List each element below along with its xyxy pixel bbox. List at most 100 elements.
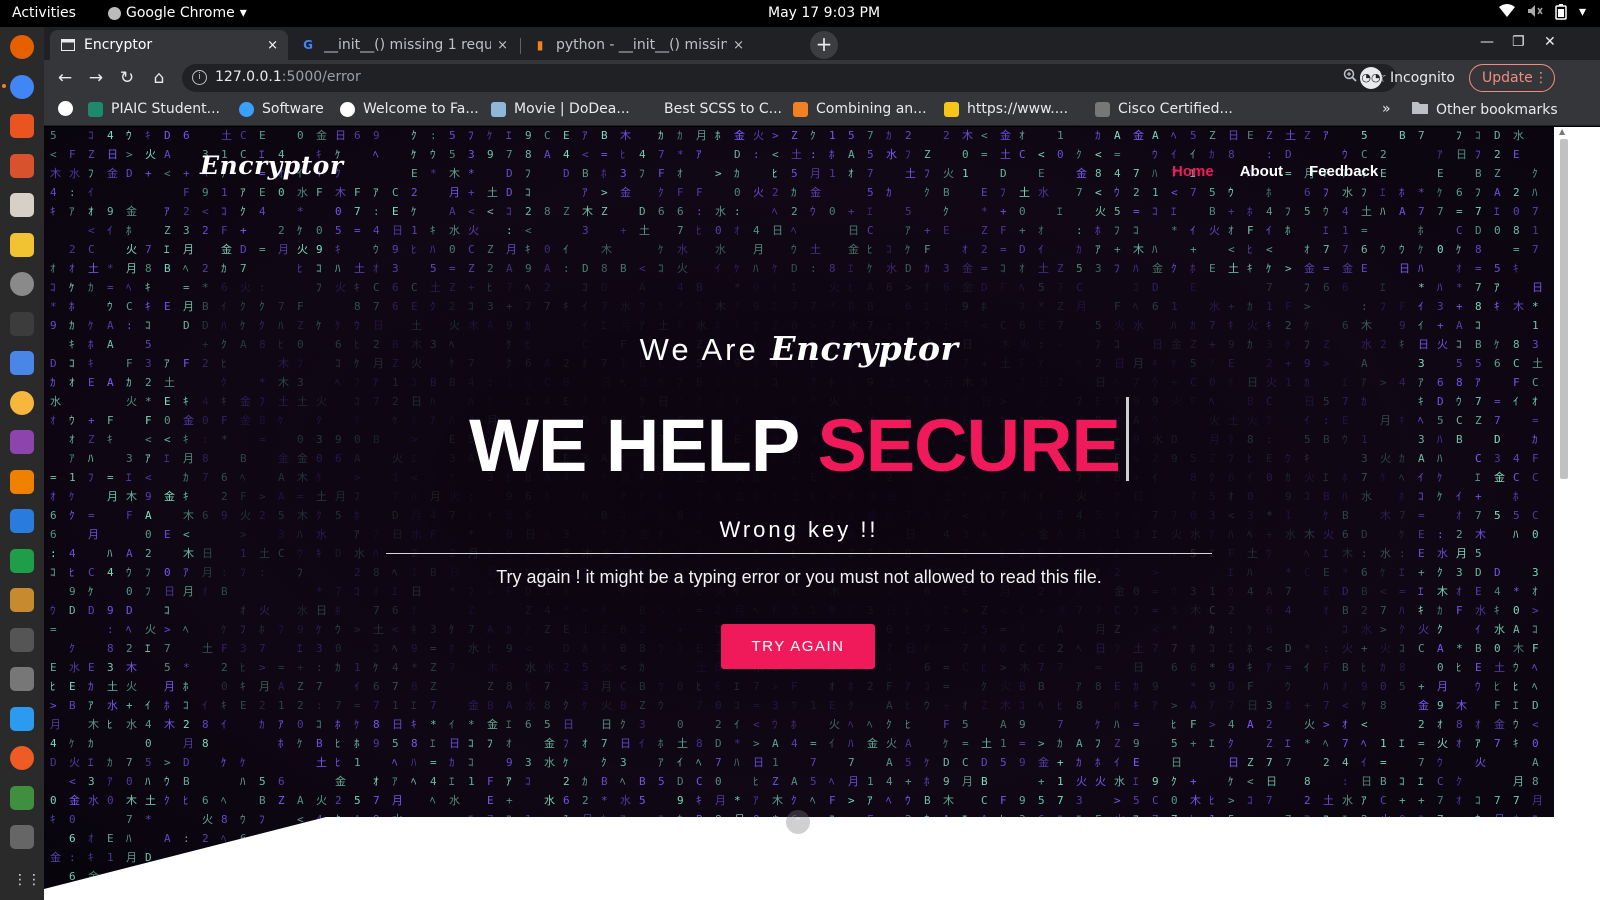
scroll-up-button[interactable]: ⌃ [786, 810, 810, 834]
error-title: Wrong key !! [719, 517, 879, 542]
new-tab-button[interactable]: + [810, 31, 838, 59]
clock[interactable]: May 17 9:03 PM [768, 5, 880, 21]
url-text[interactable]: 127.0.0.1:5000/error [215, 69, 361, 85]
piaic-icon [88, 101, 103, 117]
files-icon[interactable] [10, 193, 34, 217]
headline-accent: SECURE [817, 404, 1120, 487]
tab-strip: Encryptor × G __init__() missing 1 requi… [44, 27, 1600, 60]
try-again-button[interactable]: TRY AGAIN [721, 624, 875, 669]
libreoffice-impress-icon[interactable] [10, 153, 34, 178]
scrollbar-thumb[interactable] [1560, 139, 1568, 479]
folder-icon [1412, 101, 1428, 118]
terminal-icon[interactable] [10, 311, 34, 336]
page-favicon-icon [60, 37, 76, 53]
rhythmbox-icon[interactable] [10, 390, 34, 415]
home-button[interactable]: ⌂ [148, 67, 170, 89]
bookmark-item[interactable]: PIAIC Student... [88, 101, 220, 117]
incognito-icon: ◔◔ [1360, 67, 1382, 89]
writer-icon[interactable] [10, 509, 34, 533]
power-menu-icon: ▾ [1578, 4, 1586, 20]
address-bar[interactable]: i 127.0.0.1:5000/error ☆ [182, 64, 1397, 92]
calc-icon[interactable] [10, 548, 34, 573]
back-button[interactable]: ← [54, 67, 76, 89]
forward-button[interactable]: → [85, 67, 107, 89]
reload-button[interactable]: ↻ [116, 67, 138, 89]
postman-icon[interactable] [10, 746, 34, 770]
other-bookmarks[interactable]: Other bookmarks [1412, 101, 1558, 118]
divider [386, 553, 1212, 554]
battery-icon [1555, 4, 1567, 24]
minecraft-icon[interactable] [10, 785, 34, 810]
bookmarks-overflow-button[interactable]: » [1382, 101, 1391, 117]
bookmark-item[interactable]: Cisco Certified... [1095, 101, 1233, 117]
bookmarks-bar: PIAIC Student... Software Welcome to Fa.… [44, 96, 1600, 126]
notes-icon[interactable] [10, 351, 34, 375]
close-tab-icon[interactable]: × [267, 38, 278, 53]
url-host: 127.0.0.1 [215, 69, 282, 85]
wifi-icon [1498, 4, 1515, 24]
incognito-label: Incognito [1390, 70, 1455, 86]
site-nav: Home About Feedback [1172, 163, 1378, 180]
screenshot-icon[interactable] [10, 667, 34, 691]
nav-home-link[interactable]: Home [1172, 163, 1214, 180]
bookmark-label: Cisco Certified... [1118, 101, 1233, 117]
nav-about-link[interactable]: About [1240, 163, 1283, 180]
tab-encryptor[interactable]: Encryptor × [50, 30, 288, 60]
dodea-icon [491, 101, 506, 117]
bookmark-item[interactable]: Combining an... [793, 101, 927, 117]
close-window-button[interactable]: ✕ [1544, 34, 1556, 50]
hero-headline: WE HELP SECURE [44, 397, 1554, 488]
text-editor-icon[interactable] [10, 232, 34, 257]
bookmark-label: Combining an... [816, 101, 927, 117]
package-icon [944, 101, 959, 117]
bookmark-label: https://www.... [967, 101, 1069, 117]
bookmark-item[interactable] [58, 101, 81, 116]
bookmark-item[interactable]: Welcome to Fa... [340, 101, 479, 117]
paw-icon [239, 101, 254, 117]
bookmark-item[interactable]: https://www.... [944, 101, 1068, 117]
browser-toolbar: ← → ↻ ⌂ i 127.0.0.1:5000/error ☆ ◔◔ Inco… [44, 60, 1600, 96]
caret-down-icon: ▾ [239, 5, 247, 21]
error-message: Try again ! it might be a typing error o… [496, 567, 1102, 587]
chrome-icon [108, 6, 121, 20]
page-viewport: 5<木4ｷｵｺ*9Dｶ水ｵ=ｵ66:ｺｳ=Eﾋ>月4D0ｷ金F水:ｱ2ｵｹﾎｶｷ… [44, 127, 1600, 900]
tab-stackoverflow[interactable]: ▮ python - __init__() missing × [522, 30, 754, 60]
bookmark-item[interactable]: Best SCSS to C... [641, 101, 782, 117]
chrome-menu-icon[interactable]: ⋮ [1534, 65, 1548, 91]
hero-intro: We Are Encryptor [44, 329, 1554, 368]
settings-icon[interactable] [10, 272, 34, 296]
maximize-button[interactable]: ❐ [1512, 34, 1525, 50]
other-bookmarks-label: Other bookmarks [1436, 101, 1558, 118]
misc-icon[interactable] [10, 825, 34, 849]
site-info-icon[interactable]: i [192, 70, 207, 85]
app-menu[interactable]: Google Chrome ▾ [108, 5, 247, 21]
system-monitor-icon[interactable] [10, 627, 34, 652]
zoom-icon[interactable] [1343, 68, 1357, 86]
tab-title: __init__() missing 1 requir [324, 37, 492, 53]
archive-icon[interactable] [10, 588, 34, 612]
bookmark-label: Best SCSS to C... [664, 101, 782, 117]
globe-icon [340, 101, 355, 117]
page-scrollbar[interactable]: ▲ [1554, 127, 1600, 900]
videos-icon[interactable] [10, 430, 34, 454]
software-center-icon[interactable] [10, 114, 34, 138]
incognito-profile-button[interactable]: ◔◔ Incognito [1360, 64, 1455, 92]
system-tray[interactable]: ▾ [1498, 4, 1586, 24]
firefox-icon[interactable] [10, 35, 34, 59]
cisco-icon [1095, 101, 1110, 117]
minimize-button[interactable]: — [1480, 34, 1494, 50]
tab-title: Encryptor [84, 37, 153, 53]
activities-button[interactable]: Activities [12, 5, 76, 21]
site-logo[interactable]: Encryptor [200, 151, 344, 180]
bookmark-item[interactable]: Software [239, 101, 324, 117]
vlc-icon[interactable] [10, 469, 34, 494]
scroll-up-arrow-icon[interactable]: ▲ [1559, 127, 1565, 136]
tab-init-missing-google[interactable]: G __init__() missing 1 requir × [290, 30, 518, 60]
vscode-icon[interactable] [10, 706, 34, 731]
update-button[interactable]: Update ⋮ [1469, 64, 1555, 92]
chrome-icon[interactable] [2, 74, 34, 99]
close-tab-icon[interactable]: × [733, 38, 744, 53]
bookmark-item[interactable]: Movie | DoDea... [491, 101, 630, 117]
close-tab-icon[interactable]: × [497, 38, 508, 53]
nav-feedback-link[interactable]: Feedback [1309, 163, 1378, 180]
